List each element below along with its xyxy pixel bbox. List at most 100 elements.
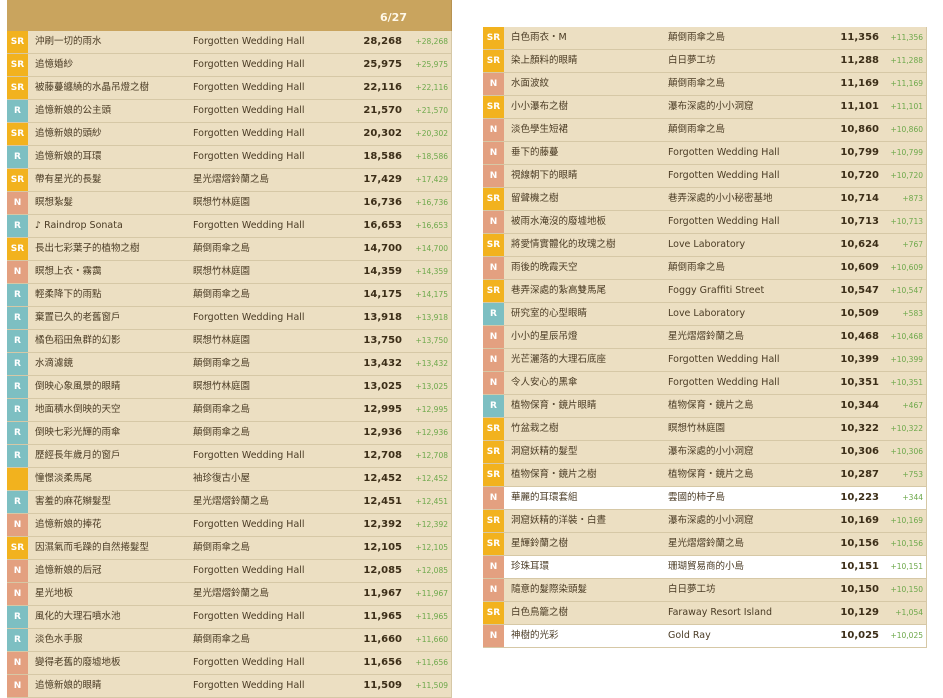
item-delta: +12,105 — [415, 543, 448, 552]
item-value: 10,720 — [840, 170, 879, 181]
item-value: 21,570 — [363, 105, 402, 116]
table-row: SR 洞窟妖精的髮型 瀑布深處的小小洞窟 10,306 +10,306 — [483, 441, 927, 464]
table-row: R 橘色稻田魚群的幻影 瞑想竹林庭園 13,750 +13,750 — [7, 330, 452, 353]
table-row: N 小小的星辰吊燈 星光熠熠鈴蘭之島 10,468 +10,468 — [483, 326, 927, 349]
item-location: 顛倒雨傘之島 — [193, 542, 251, 553]
item-location: 星光熠熠鈴蘭之島 — [193, 174, 270, 185]
item-delta: +12,392 — [415, 520, 448, 529]
table-row: R 地面積水倒映的天空 顛倒雨傘之島 12,995 +12,995 — [7, 399, 452, 422]
item-location: Forgotten Wedding Hall — [668, 377, 780, 388]
item-name: 淡色學生短裙 — [511, 124, 569, 135]
item-value: 11,288 — [840, 55, 879, 66]
rarity-badge: SR — [7, 123, 28, 145]
item-delta: +14,700 — [415, 244, 448, 253]
item-delta: +1,054 — [895, 608, 923, 617]
table-row: SR 留聲機之樹 巷弄深處的小小秘密基地 10,714 +873 — [483, 188, 927, 211]
item-location: Forgotten Wedding Hall — [193, 312, 305, 323]
item-value: 10,322 — [840, 423, 879, 434]
item-location: Forgotten Wedding Hall — [193, 450, 305, 461]
rarity-badge: N — [483, 73, 504, 95]
item-name: 研究室的心型眼睛 — [511, 308, 588, 319]
table-row: SR 追憶新娘的頭紗 Forgotten Wedding Hall 20,302 +20… — [7, 123, 452, 146]
table-row: R 害羞的麻花辮髮型 星光熠熠鈴蘭之島 12,451 +12,451 — [7, 491, 452, 514]
item-name: 神樹的光彩 — [511, 630, 559, 641]
item-location: 巷弄深處的小小秘密基地 — [668, 193, 773, 204]
rarity-badge: SR — [483, 234, 504, 256]
item-location: Foggy Graffiti Street — [668, 285, 765, 296]
table-row: R 棄置已久的老舊窗戶 Forgotten Wedding Hall 13,918 +1… — [7, 307, 452, 330]
item-name: 追憶新娘的耳環 — [35, 151, 102, 162]
rarity-badge: N — [483, 119, 504, 141]
item-name: 光芒灑落的大理石底座 — [511, 354, 607, 365]
item-value: 10,151 — [840, 561, 879, 572]
item-location: Forgotten Wedding Hall — [193, 519, 305, 530]
item-location: Faraway Resort Island — [668, 607, 773, 618]
table-row: N 追憶新娘的眼睛 Forgotten Wedding Hall 11,509 +11,… — [7, 675, 452, 698]
item-location: 顛倒雨傘之島 — [193, 243, 251, 254]
item-delta: +12,451 — [415, 497, 448, 506]
item-name: 追憶新娘的頭紗 — [35, 128, 102, 139]
rarity-badge — [7, 468, 28, 490]
rarity-badge: R — [7, 146, 28, 168]
item-location: Forgotten Wedding Hall — [668, 147, 780, 158]
item-value: 10,287 — [840, 469, 879, 480]
item-value: 14,359 — [363, 266, 402, 277]
item-location: 植物保育・鏡片之島 — [668, 400, 754, 411]
item-location: Forgotten Wedding Hall — [193, 680, 305, 691]
rarity-badge: N — [483, 579, 504, 601]
item-delta: +583 — [902, 309, 923, 318]
item-location: 植物保育・鏡片之島 — [668, 469, 754, 480]
table-row: SR 植物保育・鏡片之樹 植物保育・鏡片之島 10,287 +753 — [483, 464, 927, 487]
item-location: 顛倒雨傘之島 — [193, 289, 251, 300]
item-delta: +13,918 — [415, 313, 448, 322]
item-delta: +11,101 — [890, 102, 923, 111]
rarity-badge: N — [483, 556, 504, 578]
item-value: 10,509 — [840, 308, 879, 319]
item-location: 星光熠熠鈴蘭之島 — [668, 331, 745, 342]
item-delta: +13,432 — [415, 359, 448, 368]
item-location: 顛倒雨傘之島 — [668, 78, 726, 89]
item-value: 11,509 — [363, 680, 402, 691]
table-row: R 水滴濾鏡 顛倒雨傘之島 13,432 +13,432 — [7, 353, 452, 376]
item-location: 星光熠熠鈴蘭之島 — [668, 538, 745, 549]
item-delta: +28,268 — [415, 37, 448, 46]
item-value: 10,344 — [840, 400, 879, 411]
item-name: 水面波紋 — [511, 78, 550, 89]
rarity-badge: R — [7, 399, 28, 421]
item-location: Forgotten Wedding Hall — [193, 151, 305, 162]
rarity-badge: SR — [483, 464, 504, 486]
rarity-badge: N — [7, 514, 28, 536]
item-delta: +10,860 — [890, 125, 923, 134]
item-name: 因濕氣而毛躁的自然捲髮型 — [35, 542, 150, 553]
item-value: 10,169 — [840, 515, 879, 526]
item-value: 12,936 — [363, 427, 402, 438]
item-delta: +11,656 — [415, 658, 448, 667]
item-delta: +16,653 — [415, 221, 448, 230]
rarity-badge: R — [7, 100, 28, 122]
item-name: 歷經長年歲月的窗戶 — [35, 450, 121, 461]
table-row: SR 星輝鈴蘭之樹 星光熠熠鈴蘭之島 10,156 +10,156 — [483, 533, 927, 556]
table-row: N 星光地板 星光熠熠鈴蘭之島 11,967 +11,967 — [7, 583, 452, 606]
item-value: 10,025 — [840, 630, 879, 641]
item-name: 棄置已久的老舊窗戶 — [35, 312, 121, 323]
item-delta: +11,169 — [890, 79, 923, 88]
item-value: 12,392 — [363, 519, 402, 530]
item-delta: +12,708 — [415, 451, 448, 460]
table-row: SR 白色雨衣・M 顛倒雨傘之島 11,356 +11,356 — [483, 27, 927, 50]
item-delta: +13,025 — [415, 382, 448, 391]
item-location: 瞑想竹林庭園 — [668, 423, 726, 434]
rarity-badge: SR — [7, 238, 28, 260]
item-name: 追憶婚紗 — [35, 59, 74, 70]
item-delta: +467 — [902, 401, 923, 410]
table-row: SR 巷弄深處的紮高雙馬尾 Foggy Graffiti Street 10,547 +… — [483, 280, 927, 303]
item-name: 隨意的髮際染頭髮 — [511, 584, 588, 595]
rarity-badge: SR — [483, 188, 504, 210]
item-location: Forgotten Wedding Hall — [193, 36, 305, 47]
table-row: R 風化的大理石噴水池 Forgotten Wedding Hall 11,965 +1… — [7, 606, 452, 629]
table-row: N 追憶新娘的捧花 Forgotten Wedding Hall 12,392 +12,… — [7, 514, 452, 537]
rarity-badge: N — [7, 675, 28, 697]
item-name: 小小瀑布之樹 — [511, 101, 569, 112]
rarity-badge: SR — [7, 77, 28, 99]
table-row: SR 追憶婚紗 Forgotten Wedding Hall 25,975 +25,97… — [7, 54, 452, 77]
item-value: 10,399 — [840, 354, 879, 365]
